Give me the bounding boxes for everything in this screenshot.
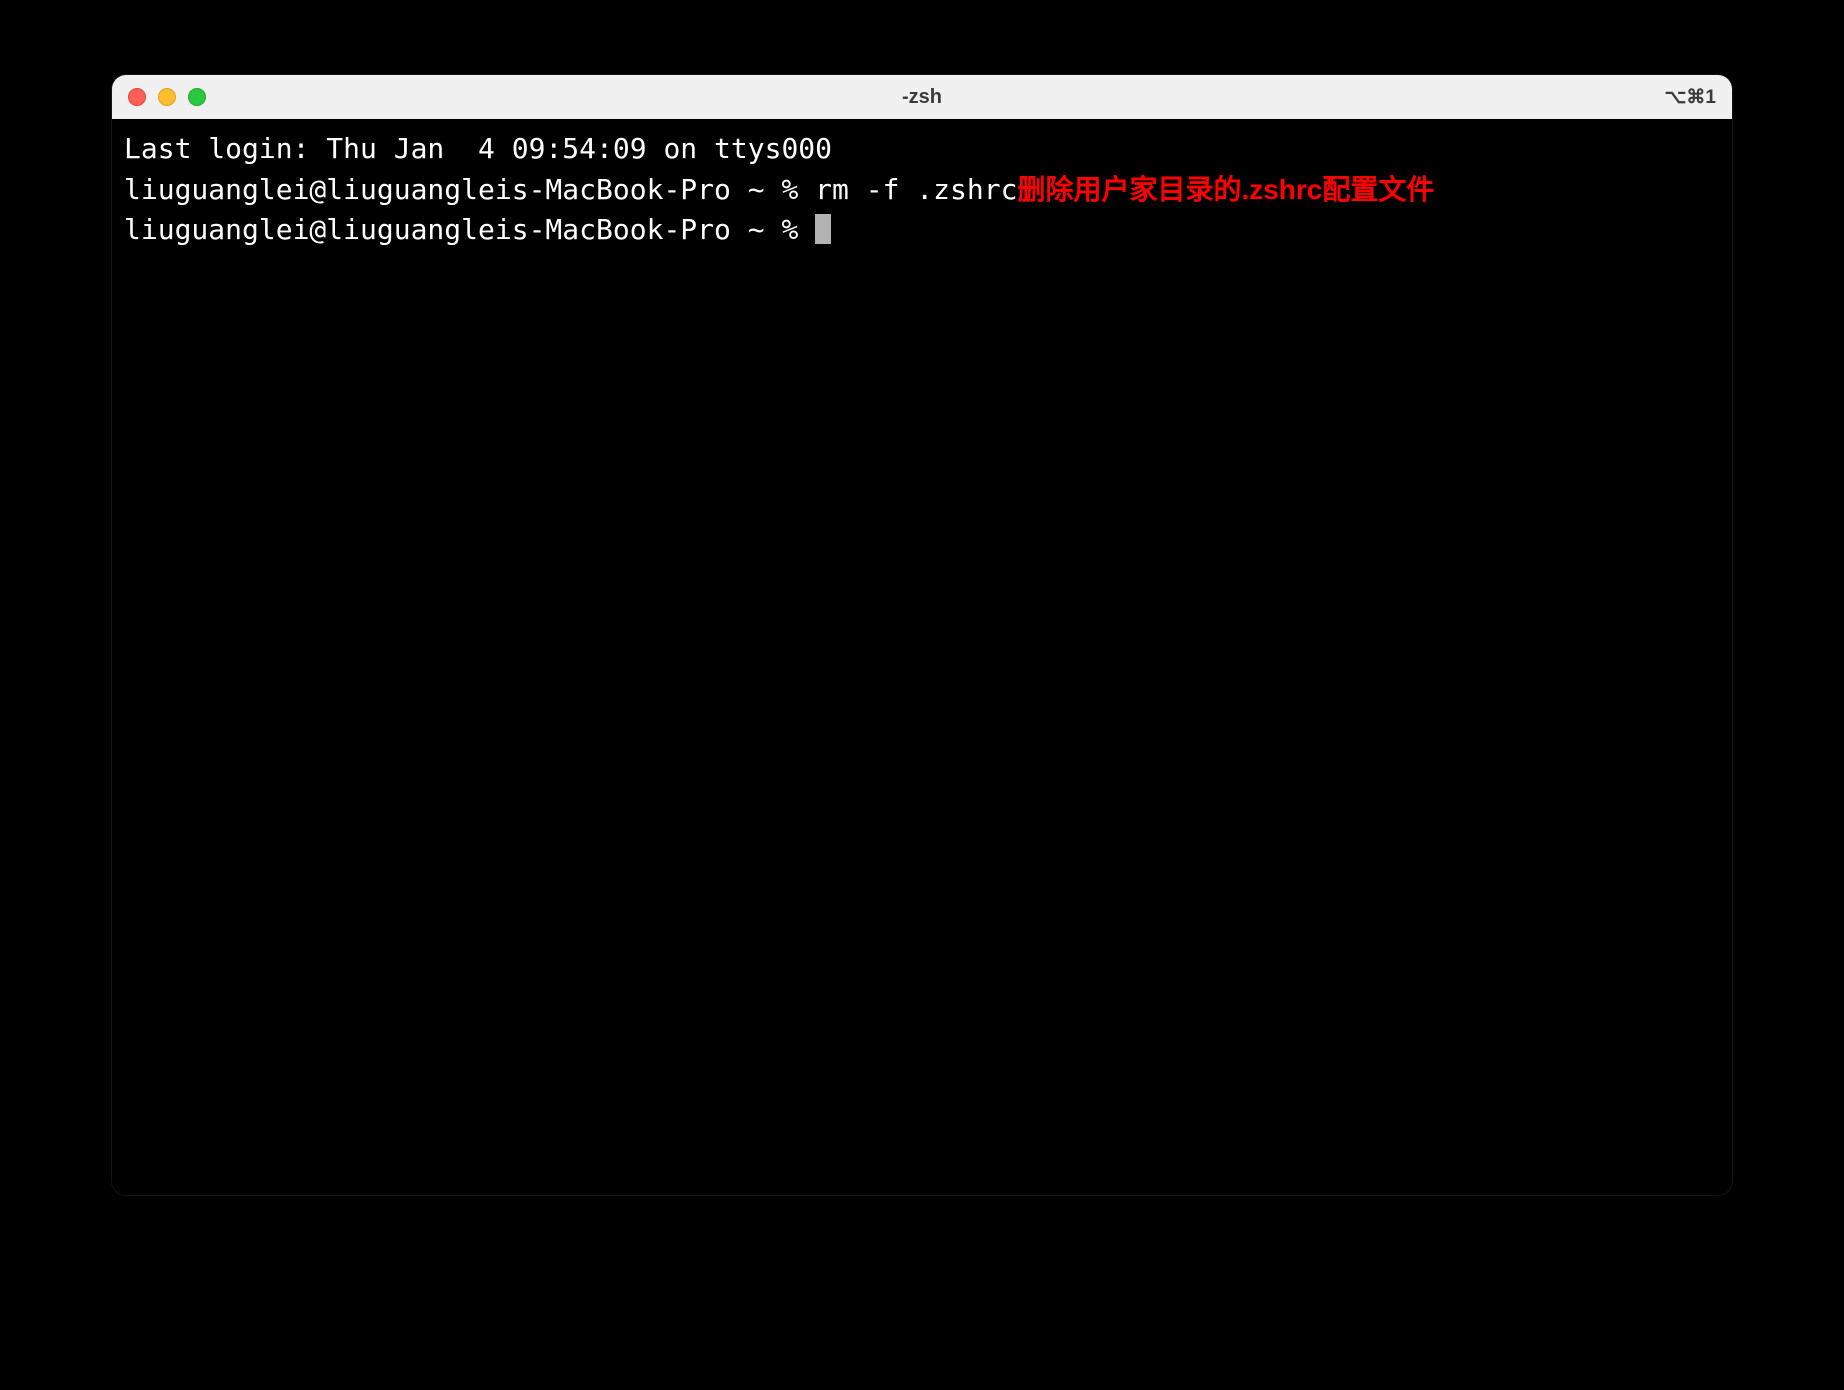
terminal-line: liuguanglei@liuguangleis-MacBook-Pro ~ %: [124, 210, 1720, 251]
terminal-prompt: liuguanglei@liuguangleis-MacBook-Pro ~ %: [124, 213, 815, 246]
maximize-button[interactable]: [188, 88, 206, 106]
traffic-lights: [128, 88, 206, 106]
minimize-button[interactable]: [158, 88, 176, 106]
titlebar: -zsh ⌥⌘1: [112, 75, 1732, 119]
annotation-text: 删除用户家目录的.zshrc配置文件: [1017, 174, 1434, 205]
terminal-text: Last login: Thu Jan 4 09:54:09 on ttys00…: [124, 132, 832, 165]
terminal-text: liuguanglei@liuguangleis-MacBook-Pro ~ %…: [124, 173, 1017, 206]
cursor-block: [815, 214, 831, 244]
terminal-window: -zsh ⌥⌘1 Last login: Thu Jan 4 09:54:09 …: [112, 75, 1732, 1195]
window-shortcut-indicator: ⌥⌘1: [1665, 86, 1716, 109]
terminal-line: Last login: Thu Jan 4 09:54:09 on ttys00…: [124, 129, 1720, 170]
close-button[interactable]: [128, 88, 146, 106]
terminal-line: liuguanglei@liuguangleis-MacBook-Pro ~ %…: [124, 170, 1720, 211]
terminal-body[interactable]: Last login: Thu Jan 4 09:54:09 on ttys00…: [112, 119, 1732, 1195]
window-title: -zsh: [112, 86, 1732, 109]
